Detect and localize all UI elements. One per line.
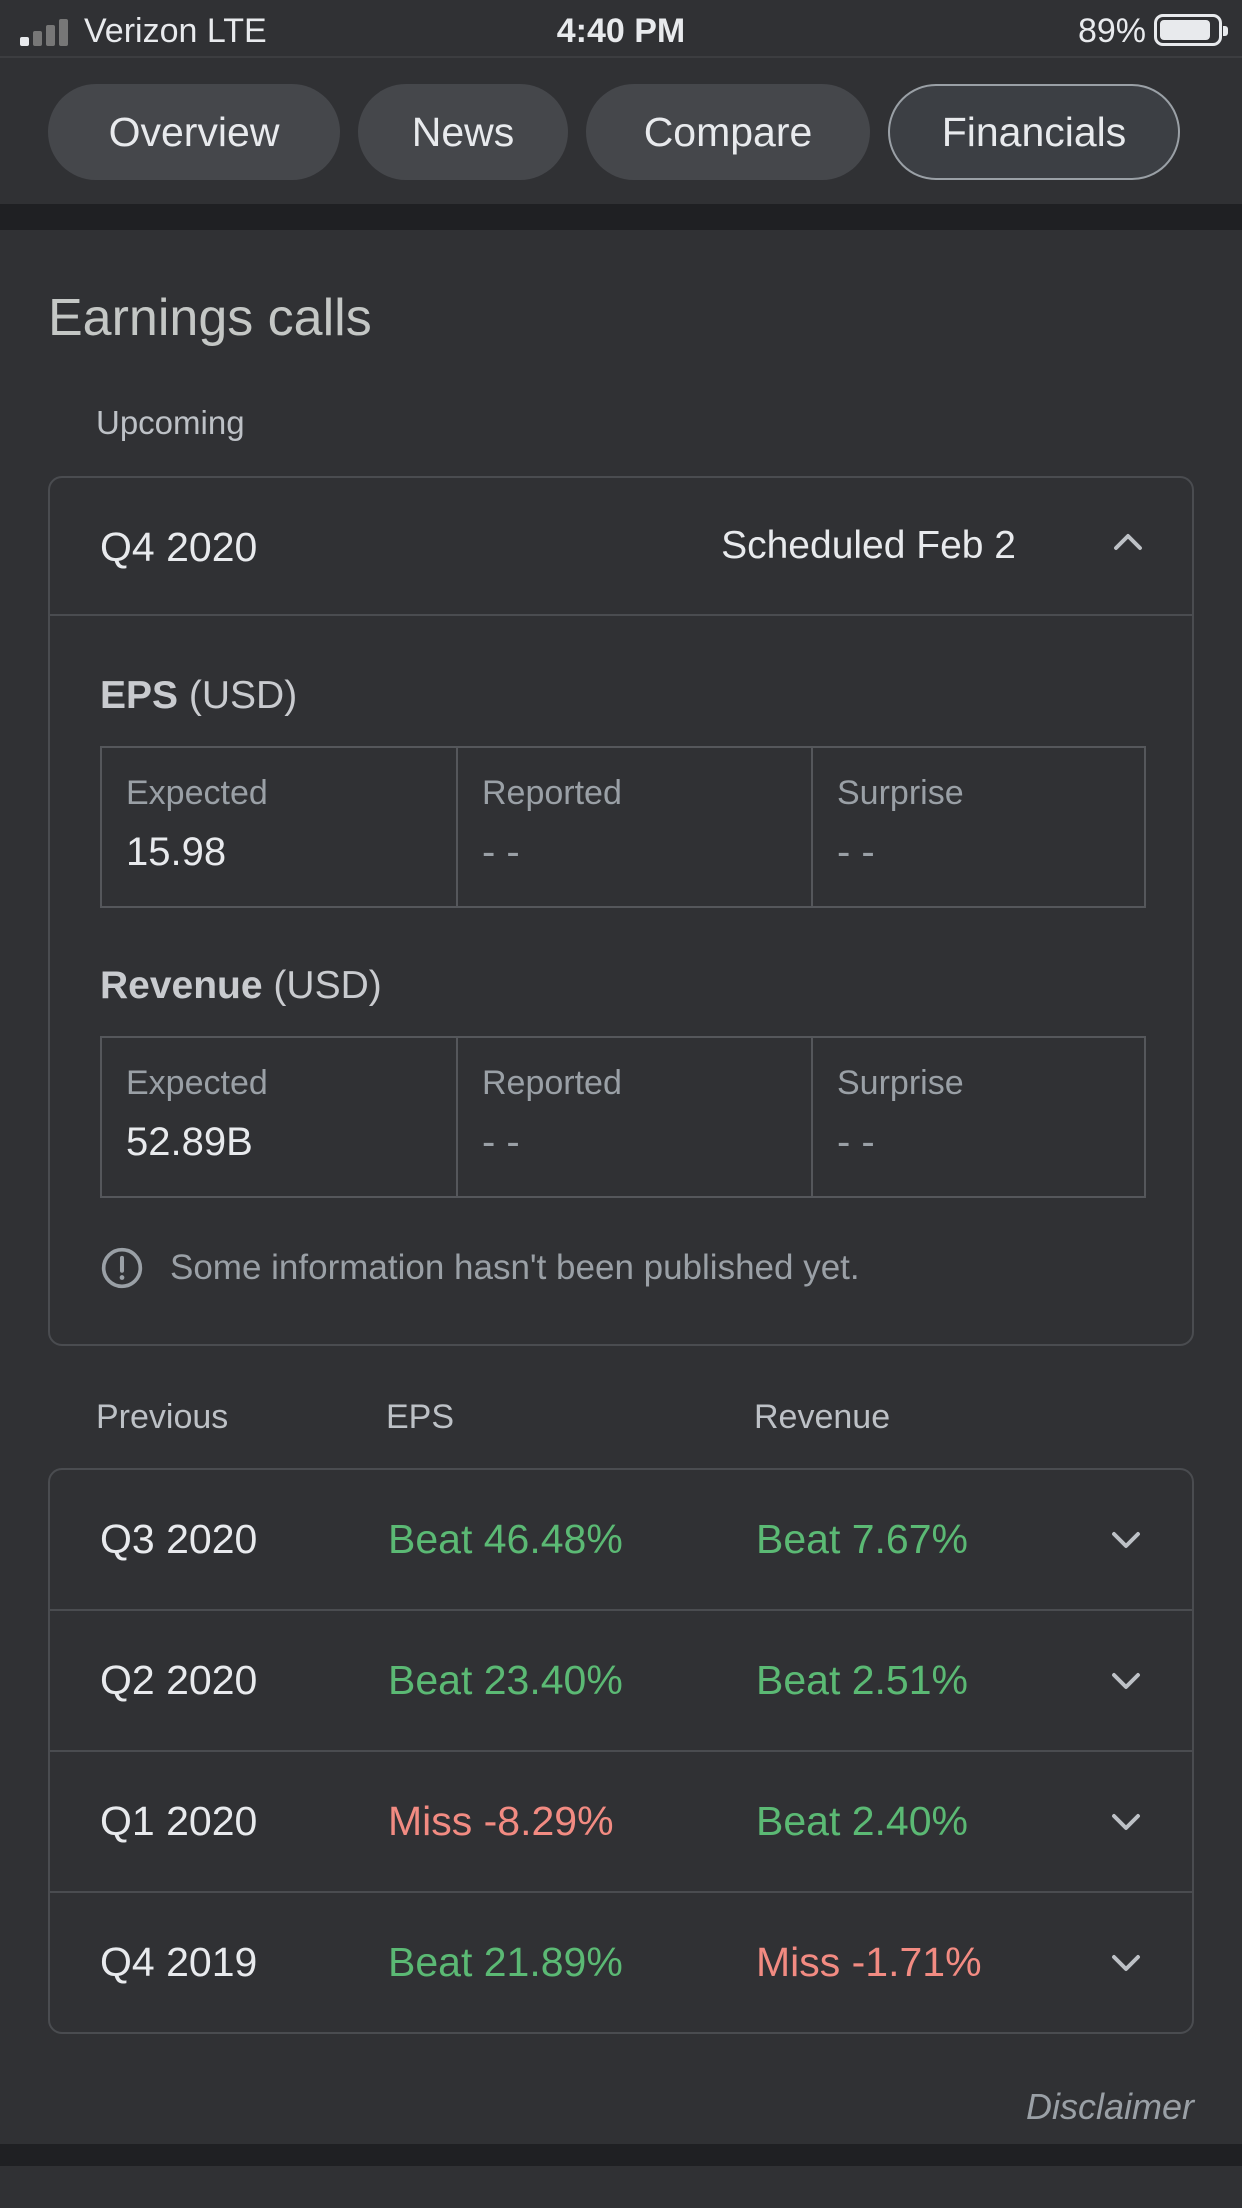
revenue-reported-value: - -	[482, 1120, 520, 1164]
previous-eps-result: Beat 46.48%	[388, 1516, 623, 1562]
eps-reported-cell: Reported - -	[458, 748, 813, 906]
battery-percent: 89%	[1077, 12, 1146, 50]
upcoming-quarter: Q4 2020	[100, 524, 258, 570]
upcoming-card-header[interactable]: Q4 2020 Scheduled Feb 2	[50, 478, 1192, 616]
revenue-title-label: Revenue	[100, 964, 263, 1007]
upcoming-earnings-card: Q4 2020 Scheduled Feb 2 EPS (USD) Expect…	[48, 476, 1194, 1346]
revenue-expected-cell: Expected 52.89B	[102, 1038, 458, 1196]
previous-revenue-result: Beat 2.40%	[756, 1798, 968, 1844]
eps-expected-cell: Expected 15.98	[102, 748, 458, 906]
previous-row-q4-2019[interactable]: Q4 2019 Beat 21.89% Miss -1.71%	[50, 1893, 1192, 2032]
eps-title-label: EPS	[100, 674, 179, 717]
previous-eps-result: Beat 21.89%	[388, 1939, 623, 1985]
eps-table: Expected 15.98 Reported - - Surprise - -	[100, 746, 1146, 908]
revenue-surprise-label: Surprise	[837, 1064, 964, 1102]
revenue-title: Revenue (USD)	[100, 964, 382, 1008]
chevron-down-icon[interactable]	[1108, 1663, 1144, 1699]
eps-reported-value: - -	[482, 830, 520, 874]
eps-surprise-label: Surprise	[837, 774, 964, 812]
eps-unit: (USD)	[188, 674, 298, 717]
eps-title: EPS (USD)	[100, 674, 297, 718]
eps-surprise-cell: Surprise - -	[813, 748, 1144, 906]
eps-column-header: EPS	[386, 1398, 455, 1436]
eps-surprise-value: - -	[837, 830, 875, 874]
section-tabs: Overview News Compare Financials	[0, 58, 1242, 204]
battery-fill	[1160, 20, 1210, 40]
tab-financials[interactable]: Financials	[888, 84, 1180, 180]
eps-expected-label: Expected	[126, 774, 268, 812]
bottom-divider	[0, 2144, 1242, 2208]
revenue-reported-label: Reported	[482, 1064, 622, 1102]
chevron-up-icon[interactable]	[1110, 524, 1146, 560]
previous-quarter: Q4 2019	[100, 1939, 258, 1985]
revenue-expected-value: 52.89B	[126, 1120, 253, 1164]
previous-earnings-list: Q3 2020 Beat 46.48% Beat 7.67% Q2 2020 B…	[48, 1468, 1194, 2034]
revenue-unit: (USD)	[273, 964, 382, 1007]
battery-icon	[1154, 14, 1228, 46]
previous-quarter: Q3 2020	[100, 1516, 258, 1562]
previous-column-header: Previous	[96, 1398, 229, 1436]
previous-eps-result: Beat 23.40%	[388, 1657, 623, 1703]
previous-eps-result: Miss -8.29%	[388, 1798, 614, 1844]
tab-compare[interactable]: Compare	[586, 84, 870, 180]
revenue-reported-cell: Reported - -	[458, 1038, 813, 1196]
status-bar: Verizon LTE 4:40 PM 89%	[0, 0, 1242, 58]
tab-overview[interactable]: Overview	[48, 84, 340, 180]
chevron-down-icon[interactable]	[1108, 1804, 1144, 1840]
tab-news[interactable]: News	[358, 84, 568, 180]
revenue-column-header: Revenue	[754, 1398, 891, 1436]
previous-revenue-result: Beat 7.67%	[756, 1516, 968, 1562]
previous-row-q1-2020[interactable]: Q1 2020 Miss -8.29% Beat 2.40%	[50, 1752, 1192, 1893]
previous-row-q2-2020[interactable]: Q2 2020 Beat 23.40% Beat 2.51%	[50, 1611, 1192, 1752]
info-notice: Some information hasn't been published y…	[100, 1246, 860, 1290]
previous-quarter: Q2 2020	[100, 1657, 258, 1703]
disclaimer-link[interactable]: Disclaimer	[1026, 2086, 1194, 2128]
chevron-down-icon[interactable]	[1108, 1522, 1144, 1558]
upcoming-label: Upcoming	[96, 404, 245, 441]
previous-quarter: Q1 2020	[100, 1798, 258, 1844]
info-alert-icon	[100, 1246, 144, 1290]
earnings-section: Earnings calls Upcoming Q4 2020 Schedule…	[0, 230, 1242, 2144]
revenue-table: Expected 52.89B Reported - - Surprise - …	[100, 1036, 1146, 1198]
section-title: Earnings calls	[48, 289, 372, 347]
previous-revenue-result: Beat 2.51%	[756, 1657, 968, 1703]
revenue-expected-label: Expected	[126, 1064, 268, 1102]
eps-reported-label: Reported	[482, 774, 622, 812]
previous-row-q3-2020[interactable]: Q3 2020 Beat 46.48% Beat 7.67%	[50, 1470, 1192, 1611]
eps-expected-value: 15.98	[126, 830, 227, 874]
clock: 4:40 PM	[556, 12, 686, 50]
previous-revenue-result: Miss -1.71%	[756, 1939, 982, 1985]
info-text: Some information hasn't been published y…	[170, 1248, 860, 1287]
scheduled-date: Scheduled Feb 2	[721, 524, 1016, 567]
revenue-surprise-cell: Surprise - -	[813, 1038, 1144, 1196]
revenue-surprise-value: - -	[837, 1120, 875, 1164]
chevron-down-icon[interactable]	[1108, 1945, 1144, 1981]
